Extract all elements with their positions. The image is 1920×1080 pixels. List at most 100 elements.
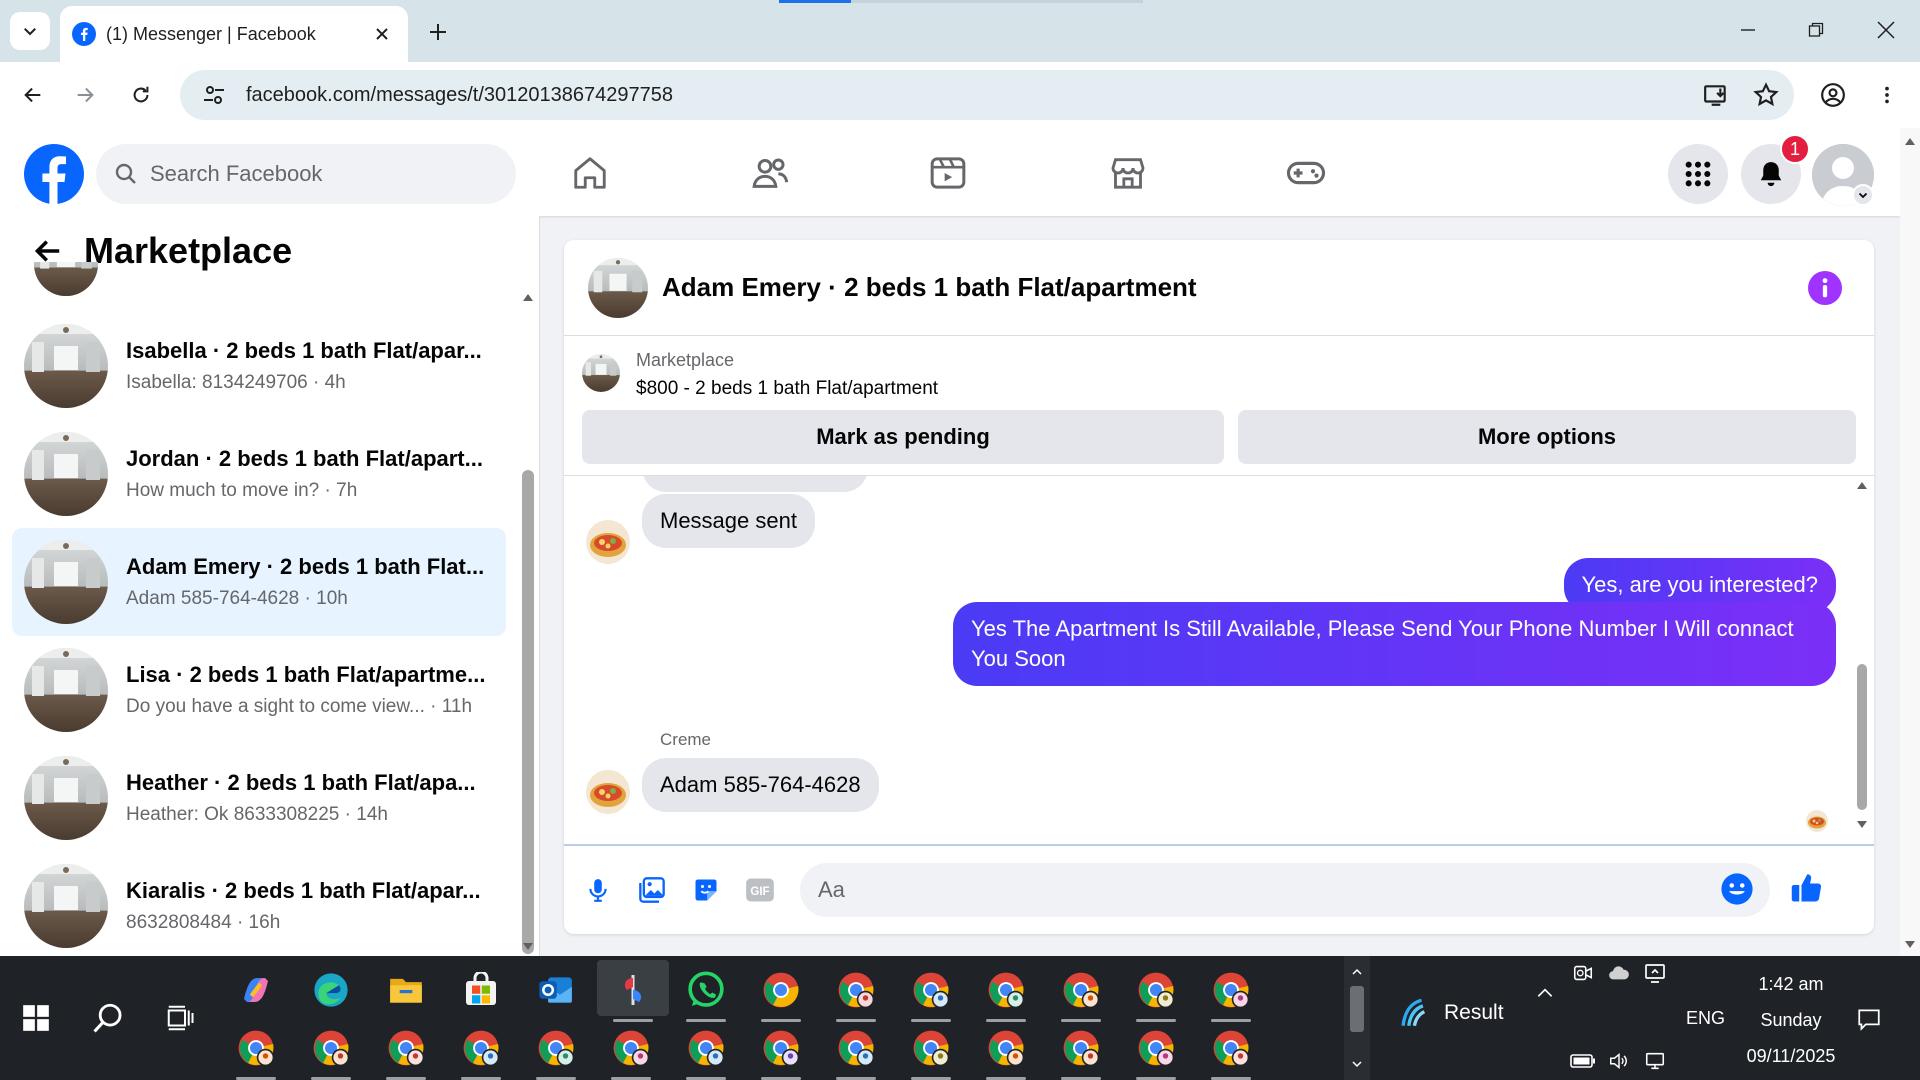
chat-item[interactable]: Isabella · 2 beds 1 bath Flat/apar... Is… <box>12 312 506 420</box>
conversation-info-button[interactable] <box>1808 270 1842 305</box>
volume-tray-icon[interactable] <box>1604 1046 1634 1076</box>
nav-home[interactable] <box>540 146 640 200</box>
contact-avatar[interactable] <box>586 520 630 564</box>
remote-tray-icon[interactable] <box>1640 958 1670 988</box>
chrome-profile-app[interactable] <box>1205 1022 1257 1080</box>
file-explorer-app[interactable] <box>380 964 432 1016</box>
chrome-profile-app[interactable] <box>605 1022 657 1080</box>
tab-close-button[interactable] <box>368 20 396 48</box>
bookmark-button[interactable] <box>1744 73 1788 117</box>
send-like-button[interactable] <box>1788 870 1828 910</box>
browser-tab-active[interactable]: (1) Messenger | Facebook <box>60 6 408 62</box>
copilot-app[interactable] <box>230 964 282 1016</box>
chrome-profile-app[interactable] <box>905 964 957 1022</box>
chrome-profile-app[interactable] <box>455 1022 507 1080</box>
outlook-app[interactable] <box>530 964 582 1016</box>
mark-as-pending-button[interactable]: Mark as pending <box>582 410 1224 464</box>
reload-button[interactable] <box>122 76 160 114</box>
messages-scroll-thumb[interactable] <box>1857 664 1867 810</box>
url-text[interactable]: facebook.com/messages/t/3012013867429775… <box>246 84 1694 107</box>
chat-item-active[interactable]: Adam Emery · 2 beds 1 bath Flat... Adam … <box>12 528 506 636</box>
chrome-profile-app[interactable] <box>905 1022 957 1080</box>
chrome-profile-app[interactable] <box>1130 1022 1182 1080</box>
nav-marketplace[interactable] <box>1078 146 1178 200</box>
start-button[interactable] <box>10 992 62 1044</box>
listing-price[interactable]: $800 - 2 beds 1 bath Flat/apartment <box>636 378 938 400</box>
browser-menu-button[interactable] <box>1868 76 1906 114</box>
chrome-profile-app[interactable] <box>230 1022 282 1080</box>
chat-item[interactable]: Kiaralis · 2 beds 1 bath Flat/apar... 86… <box>12 852 506 956</box>
clock-date[interactable]: 09/11/2025 <box>1728 1046 1854 1067</box>
weather-widget[interactable]: Result <box>1396 996 1504 1030</box>
taskbar-overflow-scroll[interactable] <box>1344 956 1370 1080</box>
more-options-button[interactable]: More options <box>1238 410 1856 464</box>
whatsapp-app[interactable] <box>680 964 732 1022</box>
sidebar-scrollbar[interactable] <box>520 292 536 956</box>
chrome-profile-app[interactable] <box>980 964 1032 1022</box>
contact-avatar[interactable] <box>586 770 630 814</box>
site-info-button[interactable] <box>190 70 238 120</box>
chrome-profile-app[interactable] <box>680 1022 732 1080</box>
profile-button[interactable] <box>1814 76 1852 114</box>
restore-button[interactable] <box>1796 12 1836 48</box>
battery-tray-icon[interactable] <box>1568 1046 1598 1076</box>
message-input-container[interactable] <box>800 863 1770 917</box>
install-app-button[interactable] <box>1694 73 1738 117</box>
chrome-profile-app[interactable] <box>1205 964 1257 1022</box>
language-indicator[interactable]: ENG <box>1686 1008 1725 1029</box>
chrome-profile-app[interactable] <box>530 1022 582 1080</box>
nav-gaming[interactable] <box>1256 146 1356 200</box>
chrome-profile-app[interactable] <box>980 1022 1032 1080</box>
page-scrollbar[interactable] <box>1900 128 1920 956</box>
taskbar-scroll-thumb[interactable] <box>1350 986 1364 1032</box>
microsoft-store-app[interactable] <box>455 964 507 1016</box>
back-button[interactable] <box>14 76 52 114</box>
address-bar[interactable]: facebook.com/messages/t/3012013867429775… <box>180 70 1794 120</box>
nav-video[interactable] <box>898 146 998 200</box>
chat-item[interactable]: Heather · 2 beds 1 bath Flat/apa... Heat… <box>12 744 506 852</box>
search-button[interactable] <box>82 992 134 1044</box>
chrome-app[interactable] <box>755 964 807 1022</box>
chrome-profile-app[interactable] <box>1055 964 1107 1022</box>
message-input[interactable] <box>818 877 1720 903</box>
conversation-title[interactable]: Adam Emery · 2 beds 1 bath Flat/apartmen… <box>662 272 1808 303</box>
chrome-profile-app[interactable] <box>830 1022 882 1080</box>
show-hidden-icons-button[interactable] <box>1530 978 1560 1008</box>
chat-item[interactable]: Jordan · 2 beds 1 bath Flat/apart... How… <box>12 420 506 528</box>
chrome-profile-app[interactable] <box>830 964 882 1022</box>
facebook-logo[interactable] <box>24 144 84 204</box>
nav-friends[interactable] <box>720 146 820 200</box>
gif-button[interactable]: GIF <box>740 870 780 910</box>
conversation-avatar[interactable] <box>588 258 648 318</box>
account-menu-toggle[interactable] <box>1852 184 1874 206</box>
new-tab-button[interactable] <box>422 16 454 48</box>
edge-app[interactable] <box>305 964 357 1016</box>
chrome-profile-app[interactable] <box>380 1022 432 1080</box>
forward-button[interactable] <box>66 76 104 114</box>
chrome-profile-app[interactable] <box>755 1022 807 1080</box>
close-window-button[interactable] <box>1866 12 1906 48</box>
chrome-profile-app[interactable] <box>1130 964 1182 1022</box>
clock-time[interactable]: 1:42 am <box>1752 974 1830 995</box>
tab-search-button[interactable] <box>10 12 50 50</box>
attach-media-button[interactable] <box>632 870 672 910</box>
onedrive-tray-icon[interactable] <box>1604 958 1634 988</box>
minimize-button[interactable] <box>1728 12 1768 48</box>
chat-item[interactable]: Lisa · 2 beds 1 bath Flat/apartme... Do … <box>12 636 506 744</box>
menu-button[interactable] <box>1668 144 1728 204</box>
task-view-button[interactable] <box>154 992 206 1044</box>
clock-day[interactable]: Sunday <box>1752 1010 1830 1031</box>
chrome-profile-app[interactable] <box>1055 1022 1107 1080</box>
chrome-profile-app[interactable] <box>305 1022 357 1080</box>
notification-center-button[interactable] <box>1854 1004 1884 1034</box>
facebook-search[interactable] <box>96 144 516 204</box>
emoji-button[interactable] <box>1720 872 1756 908</box>
voice-clip-button[interactable] <box>578 870 618 910</box>
sticker-button[interactable] <box>686 870 726 910</box>
camera-tray-icon[interactable] <box>1568 958 1598 988</box>
facebook-search-input[interactable] <box>150 161 470 187</box>
screen-recorder-app[interactable] <box>607 964 659 1022</box>
sidebar-scroll-thumb[interactable] <box>522 470 534 954</box>
messages-scrollbar[interactable] <box>1854 480 1870 830</box>
network-tray-icon[interactable] <box>1640 1046 1670 1076</box>
